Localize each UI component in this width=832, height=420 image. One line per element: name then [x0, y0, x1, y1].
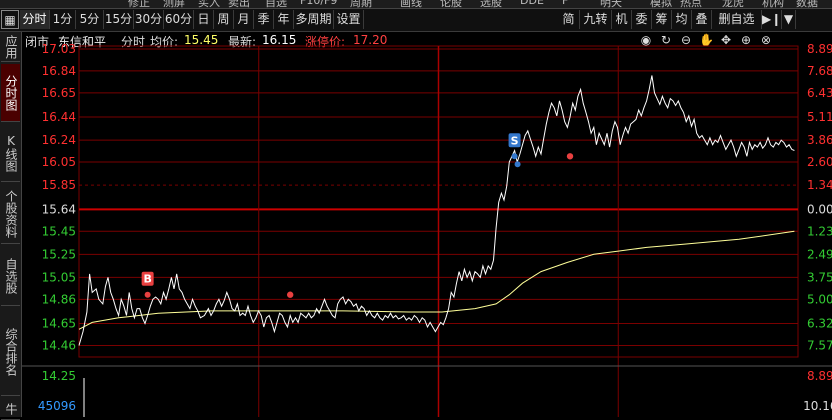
pct-tick-label: 7.68% [807, 64, 832, 78]
price-line [78, 75, 795, 346]
price-tick-label: 16.24 [42, 133, 76, 147]
volume-value: 45096 [38, 399, 76, 413]
pct-tick-label: 5.00% [807, 292, 832, 306]
pct-tick-label: 3.75% [807, 270, 832, 284]
pct-tick-label: 7.57% [807, 338, 832, 352]
price-tick-label: 17.03 [42, 42, 76, 56]
price-tick-label: 15.25 [42, 247, 76, 261]
volume-panel-tick: 14.25 [42, 369, 76, 383]
sell-point [511, 153, 518, 160]
price-tick-label: 15.05 [42, 270, 76, 284]
price-tick-label: 16.44 [42, 110, 76, 124]
pct-tick-label: 1.34% [807, 178, 832, 192]
trade-dot [566, 153, 574, 160]
pct-tick-label: 8.89% [807, 42, 832, 56]
pct-tick-label: 2.60% [807, 155, 832, 169]
price-tick-label: 15.45 [42, 224, 76, 238]
price-tick-label: 16.05 [42, 155, 76, 169]
trade-dot [286, 291, 294, 298]
price-tick-label: 14.46 [42, 338, 76, 352]
pct-tick-label: 0.00% [807, 202, 832, 216]
pct-tick-label: 2.49% [807, 247, 832, 261]
volume-panel-pct: 8.89% [807, 369, 832, 383]
buy-marker-label: B [143, 273, 151, 286]
pct-tick-label: 3.86% [807, 133, 832, 147]
sell-marker-label: S [511, 134, 519, 147]
buy-point [144, 291, 151, 298]
avg-price-line [78, 230, 795, 330]
price-tick-label: 16.65 [42, 86, 76, 100]
price-tick-label: 14.86 [42, 292, 76, 306]
sell-point-2 [514, 161, 521, 168]
price-tick-label: 16.84 [42, 64, 76, 78]
pct-tick-label: 6.43% [807, 86, 832, 100]
price-tick-label: 15.64 [42, 202, 76, 216]
pct-tick-label: 5.11% [807, 110, 832, 124]
price-tick-label: 14.65 [42, 317, 76, 331]
price-tick-label: 15.85 [42, 178, 76, 192]
pct-tick-label: 6.32% [807, 317, 832, 331]
intraday-chart[interactable]: 17.03 8.89% 16.84 7.68% 16.65 6.43% 16.44 5.11%… [0, 0, 832, 417]
pct-tick-label: 1.23% [807, 224, 832, 238]
volume-pct-label: 10.16% [803, 399, 832, 413]
